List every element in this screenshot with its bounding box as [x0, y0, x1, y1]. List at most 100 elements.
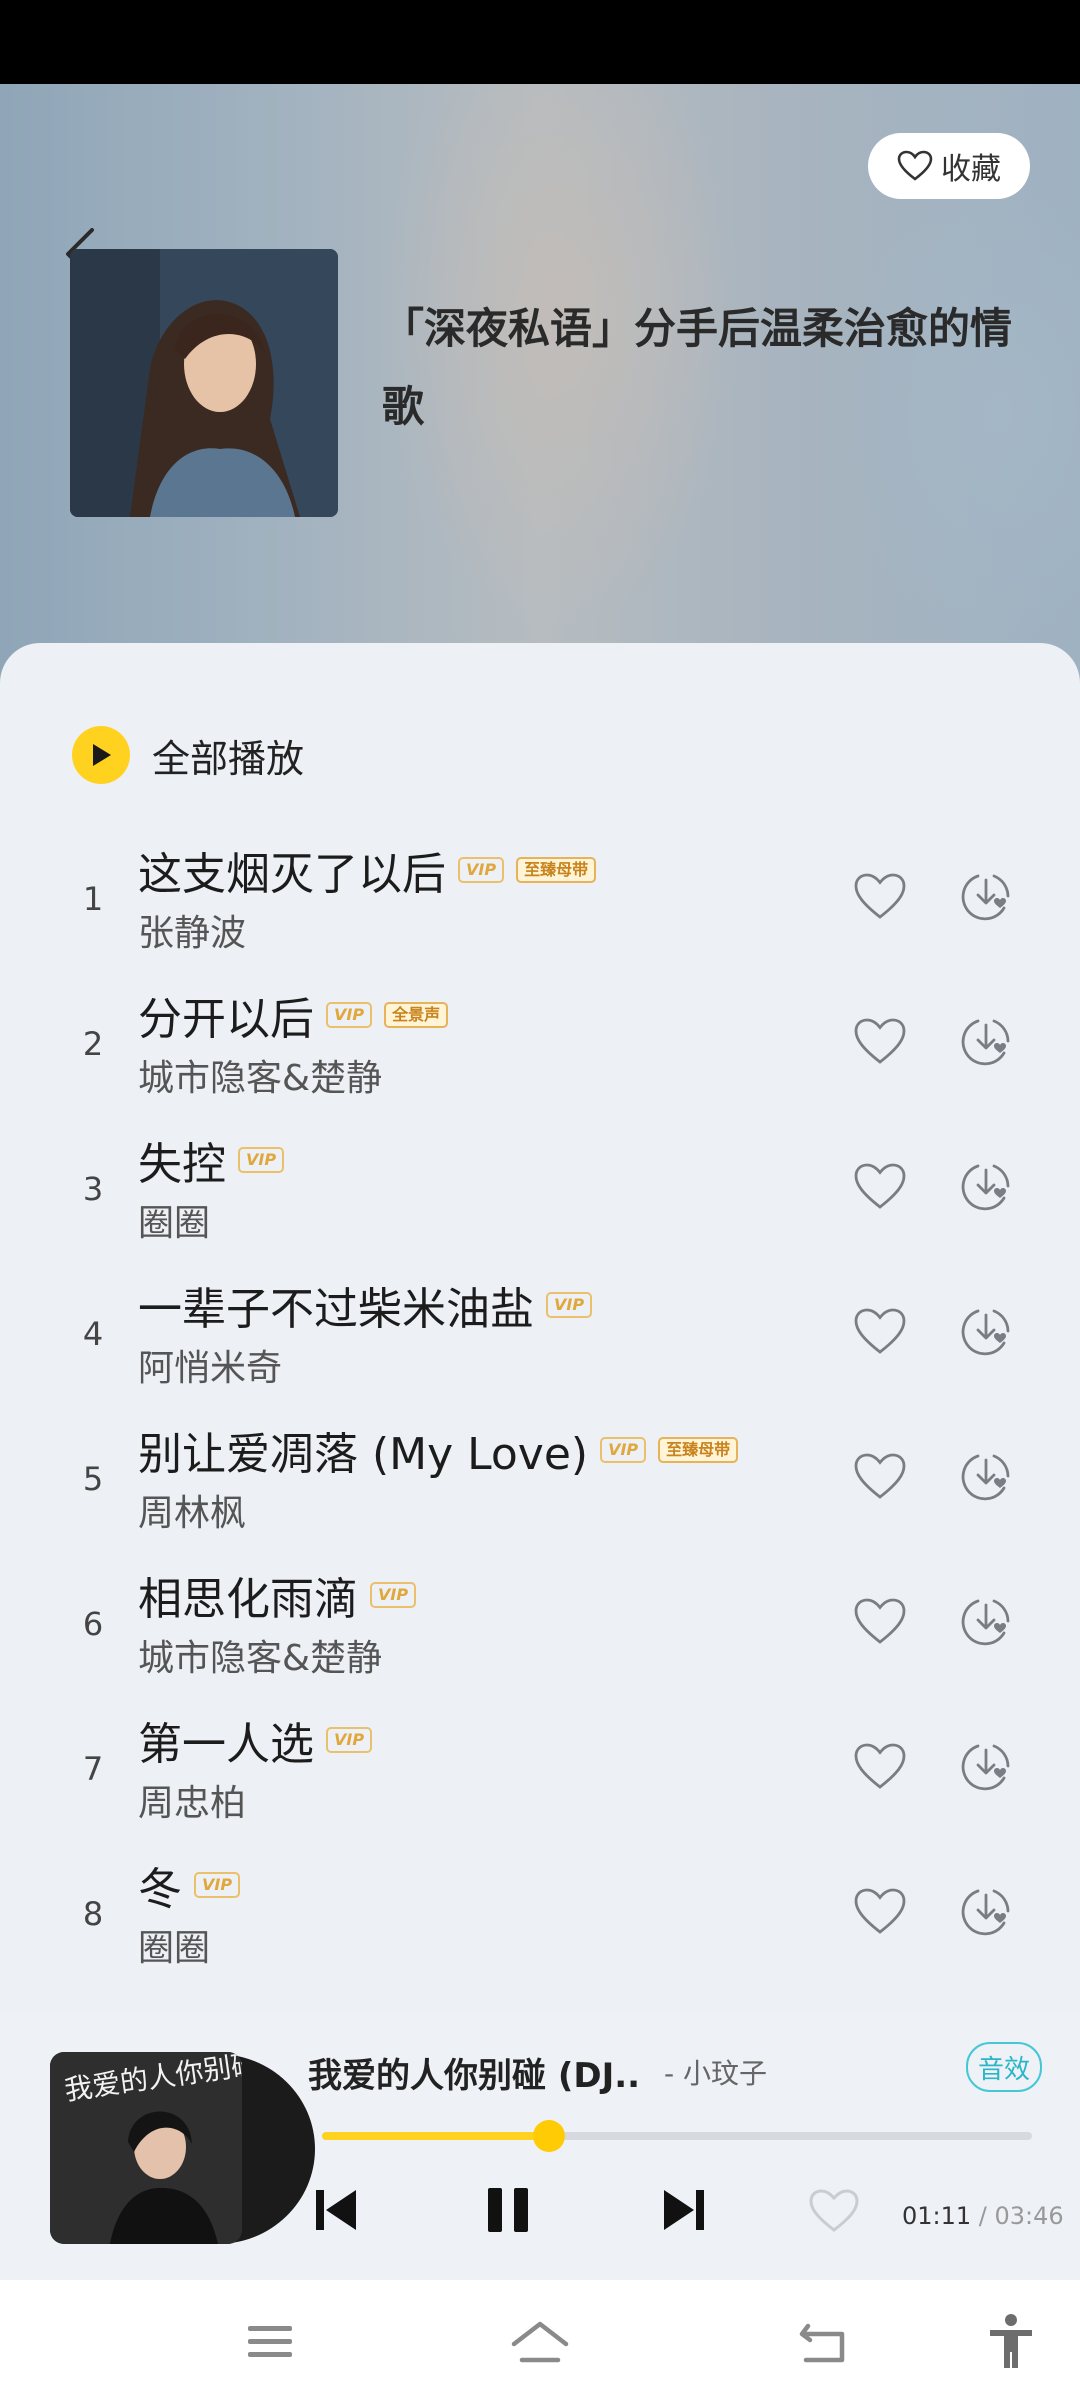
song-artist: 城市隐客&楚静 [138, 1058, 383, 1099]
progress-knob[interactable] [533, 2120, 566, 2152]
favorite-label: 收藏 [941, 152, 1001, 187]
vip-badge: VIP [326, 1727, 373, 1753]
song-row[interactable]: 5 别让爱凋落 (My Love) VIP 至臻母带 周林枫 [0, 1420, 1080, 1560]
song-index: 8 [82, 1895, 104, 1933]
heart-outline-icon [854, 1598, 906, 1644]
song-title: 冬 [138, 1864, 182, 1915]
next-button[interactable] [662, 2186, 706, 2234]
download-button[interactable] [958, 1158, 1014, 1214]
download-button[interactable] [958, 868, 1014, 924]
download-icon [961, 1599, 1010, 1646]
playback-time: 01:11 / 03:46 [902, 2202, 1064, 2230]
total-time: 03:46 [994, 2202, 1064, 2230]
like-button[interactable] [852, 1597, 908, 1647]
heart-outline-icon [854, 1888, 906, 1934]
song-title: 失控 [138, 1139, 226, 1190]
song-row[interactable]: 3 失控 VIP 圈圈 [0, 1130, 1080, 1270]
vip-badge: VIP [370, 1582, 417, 1608]
download-button[interactable] [958, 1738, 1014, 1794]
nav-menu-button[interactable] [246, 2320, 294, 2368]
favorite-button[interactable]: 收藏 [868, 133, 1030, 199]
sound-effect-button[interactable]: 音效 [966, 2042, 1042, 2092]
song-index: 3 [82, 1170, 104, 1208]
song-title-line: 冬 VIP [138, 1855, 241, 1915]
play-all-button[interactable]: 全部播放 [72, 726, 304, 784]
song-title-line: 第一人选 VIP [138, 1710, 373, 1770]
download-icon [961, 1309, 1010, 1356]
download-button[interactable] [958, 1013, 1014, 1069]
download-button[interactable] [958, 1303, 1014, 1359]
song-title: 一辈子不过柴米油盐 [138, 1284, 534, 1335]
album-art-image: 我爱的人你别碰 [50, 2052, 242, 2244]
skip-next-icon [664, 2190, 704, 2230]
heart-outline-icon [854, 1308, 906, 1354]
download-button[interactable] [958, 1883, 1014, 1939]
vip-badge: VIP [546, 1292, 593, 1318]
pause-button[interactable] [486, 2186, 532, 2234]
like-button[interactable] [852, 872, 908, 922]
mini-player: 我爱的人你别碰 我爱的人你别碰 (DJ.. - 小玟子 音效 01:11 / 0 [0, 2012, 1080, 2280]
song-artist: 圈圈 [138, 1203, 211, 1244]
song-artist: 周忠柏 [138, 1783, 247, 1824]
like-current-button[interactable] [808, 2188, 860, 2236]
song-index: 5 [82, 1460, 104, 1498]
song-title-line: 这支烟灭了以后 VIP 至臻母带 [138, 840, 597, 900]
song-row[interactable]: 8 冬 VIP 圈圈 [0, 1855, 1080, 1995]
playlist-title: 「深夜私语」分手后温柔治愈的情歌 [382, 304, 1013, 431]
now-playing-title[interactable]: 我爱的人你别碰 (DJ.. [308, 2048, 640, 2097]
return-icon [799, 2323, 845, 2363]
play-all-label: 全部播放 [152, 736, 305, 781]
song-row[interactable]: 2 分开以后 VIP 全景声 城市隐客&楚静 [0, 985, 1080, 1125]
song-index: 1 [82, 880, 104, 918]
like-button[interactable] [852, 1017, 908, 1067]
menu-icon [248, 2326, 292, 2357]
song-artist: 张静波 [138, 913, 247, 954]
like-button[interactable] [852, 1742, 908, 1792]
playlist-header: 收藏 「深夜私语」分手后温柔治愈的情歌 [0, 84, 1080, 684]
song-title-line: 一辈子不过柴米油盐 VIP [138, 1275, 593, 1335]
song-title-line: 别让爱凋落 (My Love) VIP 至臻母带 [138, 1420, 739, 1480]
song-row[interactable]: 6 相思化雨滴 VIP 城市隐客&楚静 [0, 1565, 1080, 1705]
now-playing-disc[interactable]: 我爱的人你别碰 [50, 2052, 315, 2244]
like-button[interactable] [852, 1887, 908, 1937]
pause-icon [488, 2188, 528, 2232]
download-icon [961, 1889, 1010, 1936]
progress-bar[interactable] [322, 2120, 1032, 2152]
song-row[interactable]: 4 一辈子不过柴米油盐 VIP 阿悄米奇 [0, 1275, 1080, 1415]
nav-home-button[interactable] [510, 2320, 570, 2370]
song-row[interactable]: 7 第一人选 VIP 周忠柏 [0, 1710, 1080, 1850]
quality-badge: 至臻母带 [516, 857, 597, 883]
download-button[interactable] [958, 1448, 1014, 1504]
song-index: 7 [82, 1750, 104, 1788]
download-icon [961, 1454, 1010, 1501]
now-playing-album-art: 我爱的人你别碰 [50, 2052, 242, 2244]
song-index: 2 [82, 1025, 104, 1063]
song-artist: 阿悄米奇 [138, 1348, 283, 1389]
playlist-cover [70, 249, 338, 517]
heart-outline-icon [809, 2189, 859, 2232]
song-title: 这支烟灭了以后 [138, 849, 446, 900]
song-row[interactable]: 1 这支烟灭了以后 VIP 至臻母带 张静波 [0, 840, 1080, 980]
download-button[interactable] [958, 1593, 1014, 1649]
download-icon [961, 1744, 1010, 1791]
song-title-line: 失控 VIP [138, 1130, 285, 1190]
status-bar [0, 0, 1080, 84]
nav-back-button[interactable] [798, 2320, 850, 2370]
like-button[interactable] [852, 1162, 908, 1212]
vip-badge: VIP [458, 857, 505, 883]
nav-accessibility-button[interactable] [986, 2312, 1036, 2374]
song-artist: 周林枫 [138, 1493, 247, 1534]
vip-badge: VIP [600, 1437, 647, 1463]
progress-fill [322, 2132, 550, 2140]
like-button[interactable] [852, 1452, 908, 1502]
vip-badge: VIP [238, 1147, 285, 1173]
system-nav-bar [0, 2280, 1080, 2408]
previous-button[interactable] [314, 2186, 358, 2234]
play-circle-icon [72, 726, 130, 784]
song-artist: 城市隐客&楚静 [138, 1638, 383, 1679]
time-separator: / [971, 2202, 995, 2230]
now-playing-artist[interactable]: - 小玟子 [664, 2052, 767, 2092]
like-button[interactable] [852, 1307, 908, 1357]
download-icon [961, 1019, 1010, 1066]
song-title-line: 相思化雨滴 VIP [138, 1565, 417, 1625]
